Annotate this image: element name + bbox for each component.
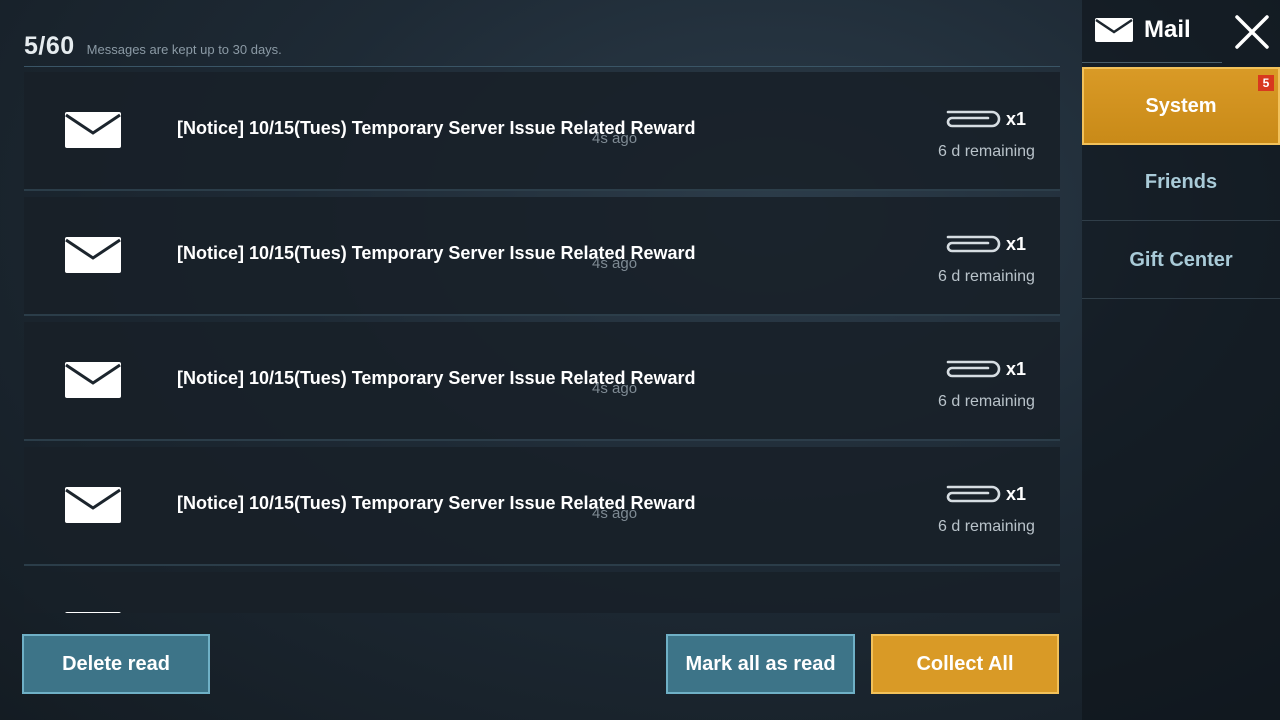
mail-list[interactable]: [Notice] 10/15(Tues) Temporary Server Is… [24,72,1060,613]
mail-row[interactable]: [Notice] 10/15(Tues) Temporary Server Is… [24,197,1060,316]
header-divider [24,66,1060,67]
retention-note: Messages are kept up to 30 days. [86,42,282,57]
mail-attachment: x1 [940,483,1026,505]
mail-row[interactable]: [Notice] 10/15(Tues) Temporary Server Is… [24,322,1060,441]
paperclip-icon [940,233,1002,255]
mail-header: 5/60 Messages are kept up to 30 days. [24,32,282,64]
paperclip-icon [940,108,1002,130]
attachment-quantity: x1 [1006,358,1027,379]
envelope-icon [1094,17,1134,43]
attachment-quantity: x1 [1006,108,1027,129]
mail-remaining: 6 d remaining [938,518,1035,535]
close-icon [1232,12,1272,52]
mail-time-ago: 4s ago [592,380,638,397]
tab-system[interactable]: System 5 [1082,67,1280,145]
tab-label: Gift Center [1129,249,1233,271]
sidebar-title: Mail [1144,16,1191,43]
tab-friends[interactable]: Friends [1082,145,1280,221]
sidebar-header: Mail [1094,16,1191,44]
sidebar-header-divider [1082,62,1222,63]
envelope-icon [64,486,122,524]
attachment-quantity: x1 [1006,483,1027,504]
mail-attachment: x1 [940,108,1026,130]
collect-all-button[interactable]: Collect All [871,634,1059,694]
paperclip-icon [940,358,1002,380]
attachment-quantity: x1 [1006,233,1027,254]
close-button[interactable] [1232,12,1272,52]
mail-count: 5/60 [24,32,75,60]
mail-remaining: 6 d remaining [938,393,1035,410]
envelope-icon [64,111,122,149]
mark-all-read-button[interactable]: Mark all as read [666,634,855,694]
tab-gift-center[interactable]: Gift Center [1082,223,1280,299]
delete-read-button[interactable]: Delete read [22,634,210,694]
mail-time-ago: 4s ago [592,505,638,522]
mail-sidebar: Mail System 5 Friends Gift Center [1082,0,1280,720]
unread-badge: 5 [1258,75,1274,91]
envelope-icon [64,611,122,613]
tab-label: Friends [1144,171,1218,193]
tab-label: System [1145,94,1217,117]
mail-remaining: 6 d remaining [938,143,1035,160]
paperclip-icon [940,483,1002,505]
envelope-icon [64,361,122,399]
mail-list-panel: 5/60 Messages are kept up to 30 days. [N… [0,0,1080,720]
mail-attachment: x1 [940,233,1026,255]
mail-remaining: 6 d remaining [938,268,1035,285]
envelope-icon [64,236,122,274]
mail-row[interactable]: [Notice] 10/15(Tues) Temporary Server Is… [24,447,1060,566]
mail-time-ago: 4s ago [592,130,638,147]
mail-row[interactable]: [Notice] 10/15(Tues) Temporary Server Is… [24,72,1060,191]
mail-time-ago: 4s ago [592,255,638,272]
mail-attachment: x1 [940,358,1026,380]
mail-row[interactable] [24,572,1060,613]
